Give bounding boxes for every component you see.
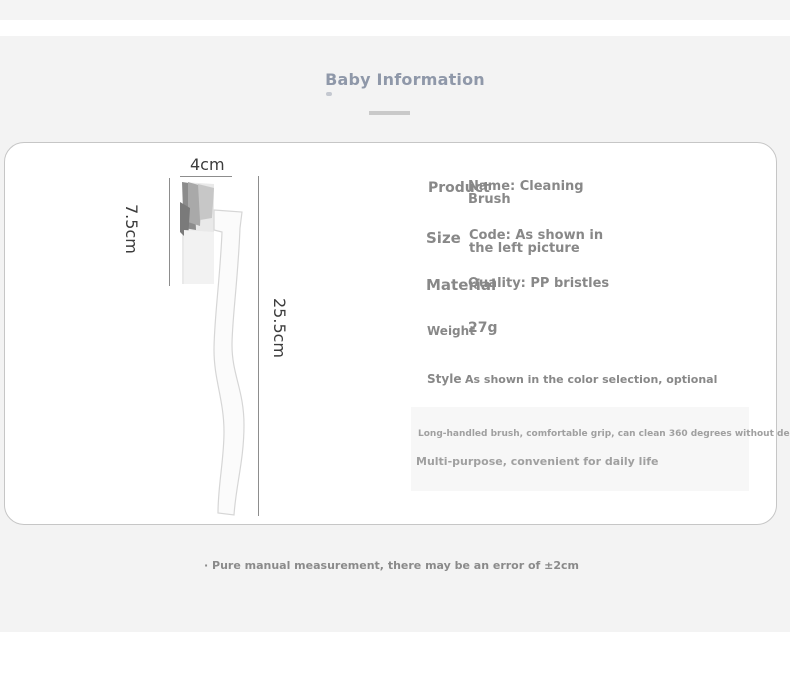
spec-style-value: As shown in the color selection, optiona… [465, 373, 718, 386]
bristles [180, 182, 214, 284]
spec-style-label: Style [427, 372, 462, 386]
cleaning-brush-image [180, 182, 245, 516]
title-decoration-dot [326, 92, 332, 96]
top-strip [0, 0, 790, 20]
brush-handle [213, 209, 245, 516]
spec-product-name: Name: Cleaning Brush [468, 179, 584, 207]
spec-size-label: Size [426, 229, 461, 247]
feature-line-2: Multi-purpose, convenient for daily life [416, 455, 659, 468]
measurement-note: · Pure manual measurement, there may be … [204, 559, 580, 572]
spec-material-quality: Quality: PP bristles [468, 276, 610, 291]
spec-weight-value: 27g [468, 320, 498, 336]
features-box [411, 407, 749, 491]
page-title: Baby Information [325, 70, 485, 89]
total-length-label: 25.5cm [270, 298, 289, 359]
feature-line-1: Long-handled brush, comfortable grip, ca… [418, 429, 790, 439]
title-underline [369, 111, 410, 115]
head-height-label: 7.5cm [122, 204, 141, 254]
spec-size-code: Code: As shown in the left picture [469, 228, 604, 256]
